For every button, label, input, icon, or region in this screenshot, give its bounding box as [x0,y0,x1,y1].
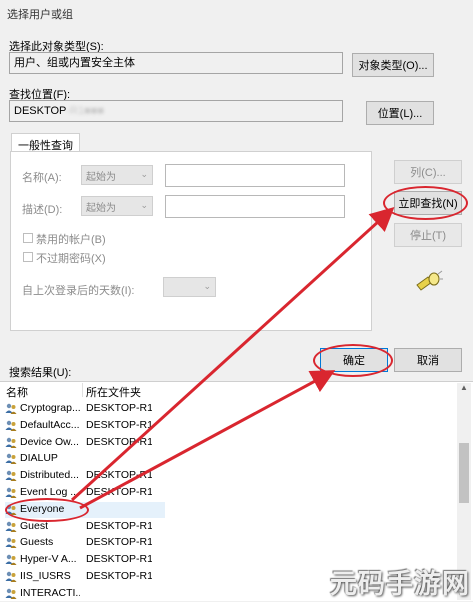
watermark: 元码手游网 [330,569,470,600]
annotation-arrows [70,206,395,510]
annotation-arrow [79,370,336,510]
annotation-arrow [70,206,395,502]
